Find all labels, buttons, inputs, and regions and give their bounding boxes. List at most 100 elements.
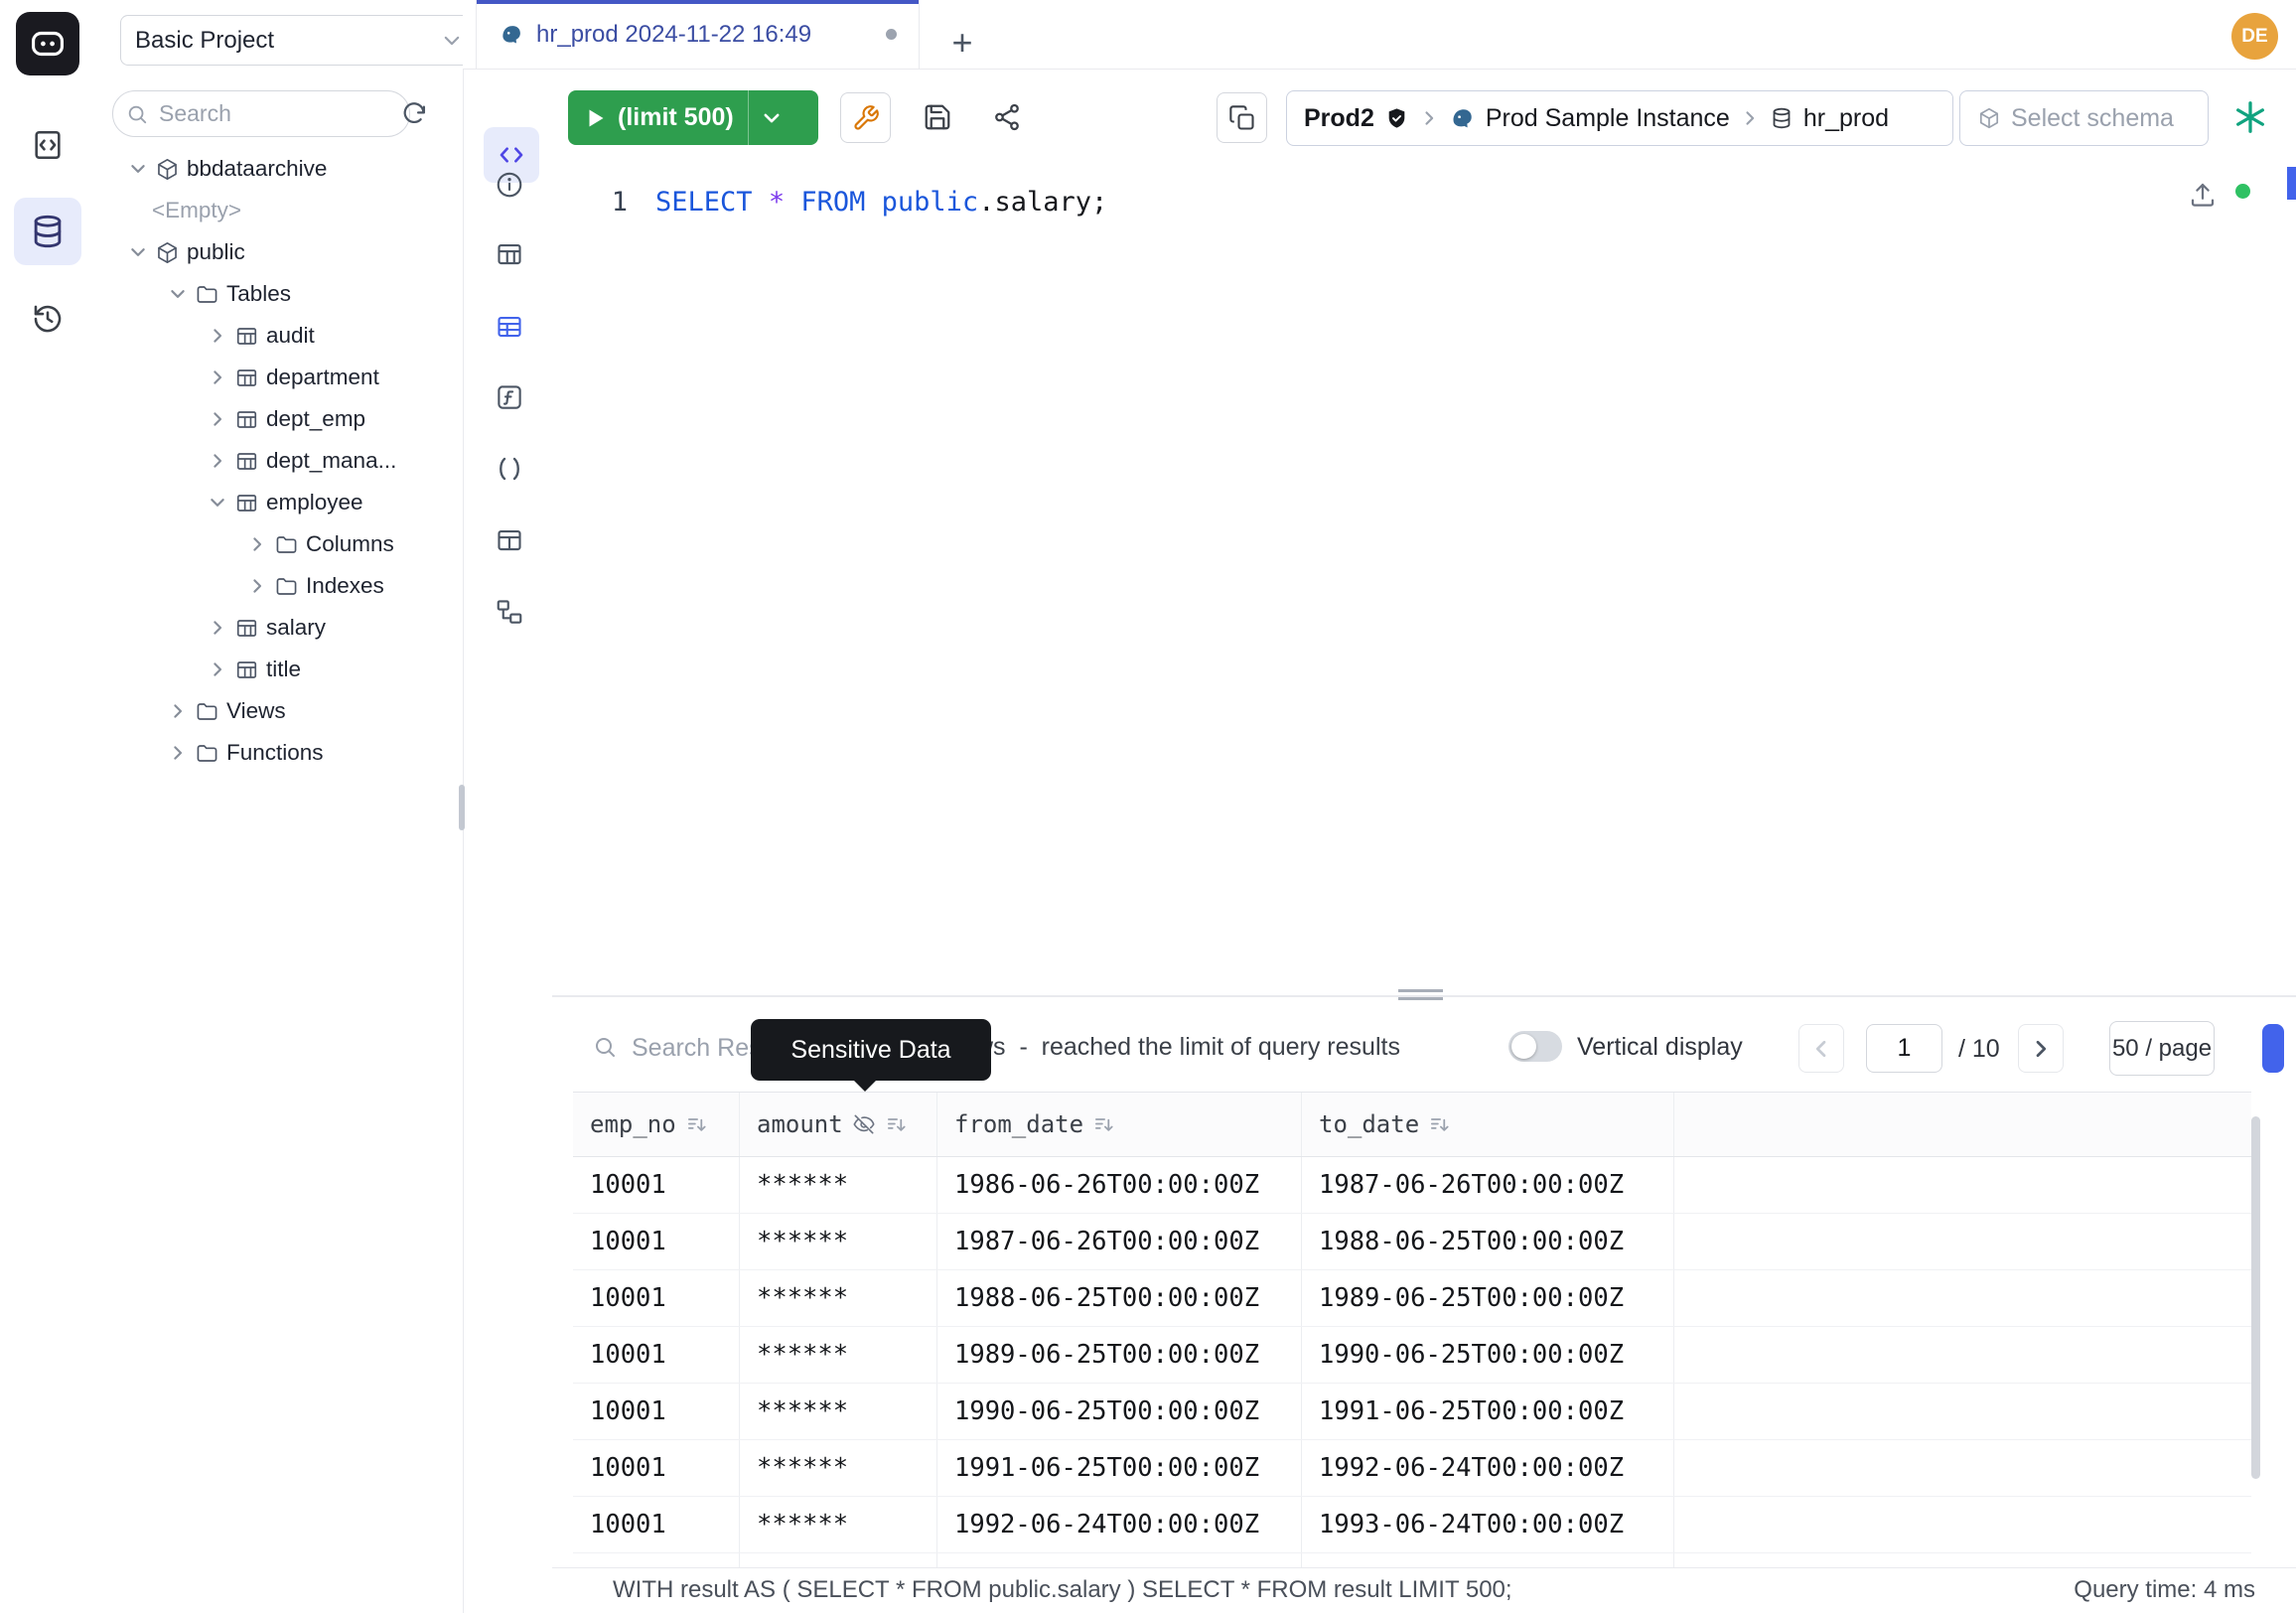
admin-wrench-button[interactable] xyxy=(840,92,891,143)
ai-assistant-button[interactable] xyxy=(2225,92,2275,142)
prev-page-button[interactable] xyxy=(1798,1024,1844,1073)
tree-item-bbdataarchive[interactable]: bbdataarchive xyxy=(96,148,463,190)
table-cell[interactable] xyxy=(1674,1497,2251,1552)
table-cell[interactable]: ****** xyxy=(740,1497,937,1552)
table-cell[interactable]: 10001 xyxy=(573,1384,740,1439)
table-cell[interactable]: 1986-06-26T00:00:00Z xyxy=(937,1157,1302,1213)
save-button[interactable] xyxy=(916,95,959,139)
table-cell[interactable] xyxy=(1674,1327,2251,1383)
tree-item-views[interactable]: Views xyxy=(96,690,463,732)
results-expand-button[interactable] xyxy=(2262,1024,2284,1073)
table-cell[interactable]: 1990-06-25T00:00:00Z xyxy=(937,1384,1302,1439)
rail-database-button[interactable] xyxy=(14,198,81,265)
editor-procedures-button[interactable] xyxy=(488,447,531,491)
sidebar-search-input[interactable] xyxy=(157,99,350,128)
column-header-to-date[interactable]: to_date xyxy=(1302,1093,1674,1156)
upload-sql-button[interactable] xyxy=(2184,176,2222,214)
editor-code-line[interactable]: SELECT * FROM public.salary; xyxy=(655,183,1107,222)
column-header-from-date[interactable]: from_date xyxy=(937,1093,1302,1156)
table-cell[interactable]: 1988-06-25T00:00:00Z xyxy=(1302,1214,1674,1269)
sort-icon[interactable] xyxy=(885,1113,907,1135)
avatar[interactable]: DE xyxy=(2231,13,2278,60)
table-cell[interactable]: 1988-06-25T00:00:00Z xyxy=(937,1270,1302,1326)
editor-functions-button[interactable] xyxy=(488,375,531,419)
tree-item-columns[interactable]: Columns xyxy=(96,523,463,565)
table-cell[interactable]: 10001 xyxy=(573,1327,740,1383)
app-rail xyxy=(0,0,97,1613)
results-scrollbar[interactable] xyxy=(2251,1116,2260,1479)
table-cell[interactable] xyxy=(1674,1214,2251,1269)
table-cell[interactable]: 1990-06-25T00:00:00Z xyxy=(1302,1327,1674,1383)
connection-breadcrumb[interactable]: Prod2 Prod Sample Instance hr_prod xyxy=(1286,90,1953,146)
column-header-amount[interactable]: amount xyxy=(740,1093,937,1156)
rail-history-button[interactable] xyxy=(20,291,75,347)
editor-external-tables-button[interactable] xyxy=(488,305,531,349)
table-cell[interactable]: 1991-06-25T00:00:00Z xyxy=(937,1440,1302,1496)
panel-splitter-handle[interactable] xyxy=(1398,989,1443,1000)
project-select[interactable]: Basic Project xyxy=(120,15,478,66)
table-cell[interactable] xyxy=(1674,1270,2251,1326)
run-query-button[interactable]: (limit 500) xyxy=(568,90,818,145)
sort-icon[interactable] xyxy=(685,1113,707,1135)
tree-item-employee[interactable]: employee xyxy=(96,482,463,523)
share-button[interactable] xyxy=(985,95,1029,139)
table-cell[interactable] xyxy=(1674,1440,2251,1496)
table-cell[interactable]: 1991-06-25T00:00:00Z xyxy=(1302,1384,1674,1439)
copy-connection-button[interactable] xyxy=(1217,92,1267,143)
editor-tables-button[interactable] xyxy=(488,232,531,276)
sort-icon[interactable] xyxy=(1428,1113,1450,1135)
tree-item-department[interactable]: department xyxy=(96,357,463,398)
chevron-right-icon xyxy=(168,743,188,763)
info-icon xyxy=(495,170,524,200)
table-cell[interactable]: ****** xyxy=(740,1440,937,1496)
editor-views-button[interactable] xyxy=(488,518,531,562)
table-cell[interactable]: ****** xyxy=(740,1157,937,1213)
table-cell[interactable]: 10001 xyxy=(573,1214,740,1269)
table-cell[interactable]: ****** xyxy=(740,1327,937,1383)
next-page-button[interactable] xyxy=(2018,1024,2064,1073)
tree-item-title[interactable]: title xyxy=(96,649,463,690)
table-cell[interactable]: ****** xyxy=(740,1214,937,1269)
tab-hr-prod[interactable]: hr_prod 2024-11-22 16:49 xyxy=(476,0,920,69)
table-cell[interactable] xyxy=(1674,1157,2251,1213)
tree-item-audit[interactable]: audit xyxy=(96,315,463,357)
vertical-display-toggle[interactable] xyxy=(1508,1031,1562,1062)
new-tab-button[interactable]: + xyxy=(941,22,983,64)
table-icon xyxy=(495,239,524,269)
column-header-emp-no[interactable]: emp_no xyxy=(573,1093,740,1156)
table-cell[interactable]: ****** xyxy=(740,1270,937,1326)
table-cell[interactable]: 10001 xyxy=(573,1157,740,1213)
table-cell[interactable]: 1992-06-24T00:00:00Z xyxy=(1302,1440,1674,1496)
tree-item-dept-mana[interactable]: dept_mana... xyxy=(96,440,463,482)
table-cell[interactable]: 1987-06-26T00:00:00Z xyxy=(1302,1157,1674,1213)
run-options-caret[interactable] xyxy=(749,90,794,145)
table-cell[interactable]: 1989-06-25T00:00:00Z xyxy=(937,1327,1302,1383)
table-cell[interactable]: 10001 xyxy=(573,1497,740,1552)
editor-info-button[interactable] xyxy=(488,163,531,207)
page-number-box[interactable]: 1 xyxy=(1866,1024,1942,1073)
editor-schema-diagram-button[interactable] xyxy=(488,590,531,634)
bytebase-logo[interactable] xyxy=(16,12,79,75)
select-schema-button[interactable]: Select schema xyxy=(1959,90,2209,146)
tree-item-empty[interactable]: <Empty> xyxy=(96,190,463,231)
tree-item-dept-emp[interactable]: dept_emp xyxy=(96,398,463,440)
tree-item-indexes[interactable]: Indexes xyxy=(96,565,463,607)
table-cell[interactable]: 10001 xyxy=(573,1440,740,1496)
table-cell[interactable]: 10001 xyxy=(573,1270,740,1326)
tree-item-functions[interactable]: Functions xyxy=(96,732,463,774)
table-cell[interactable]: 1992-06-24T00:00:00Z xyxy=(937,1497,1302,1552)
tree-item-public[interactable]: public xyxy=(96,231,463,273)
sort-icon[interactable] xyxy=(1092,1113,1114,1135)
table-cell[interactable]: 1993-06-24T00:00:00Z xyxy=(1302,1497,1674,1552)
tree-item-salary[interactable]: salary xyxy=(96,607,463,649)
tree-item-tables[interactable]: Tables xyxy=(96,273,463,315)
rail-worksheet-button[interactable] xyxy=(20,117,75,173)
table-cell[interactable] xyxy=(1674,1384,2251,1439)
eye-off-icon[interactable] xyxy=(852,1112,876,1136)
table-cell[interactable]: 1989-06-25T00:00:00Z xyxy=(1302,1270,1674,1326)
table-cell[interactable]: ****** xyxy=(740,1384,937,1439)
table-cell[interactable]: 1987-06-26T00:00:00Z xyxy=(937,1214,1302,1269)
refresh-schema-button[interactable] xyxy=(393,92,435,134)
page-size-select[interactable]: 50 / page xyxy=(2109,1021,2215,1076)
sidebar-resize-handle[interactable] xyxy=(459,785,465,830)
